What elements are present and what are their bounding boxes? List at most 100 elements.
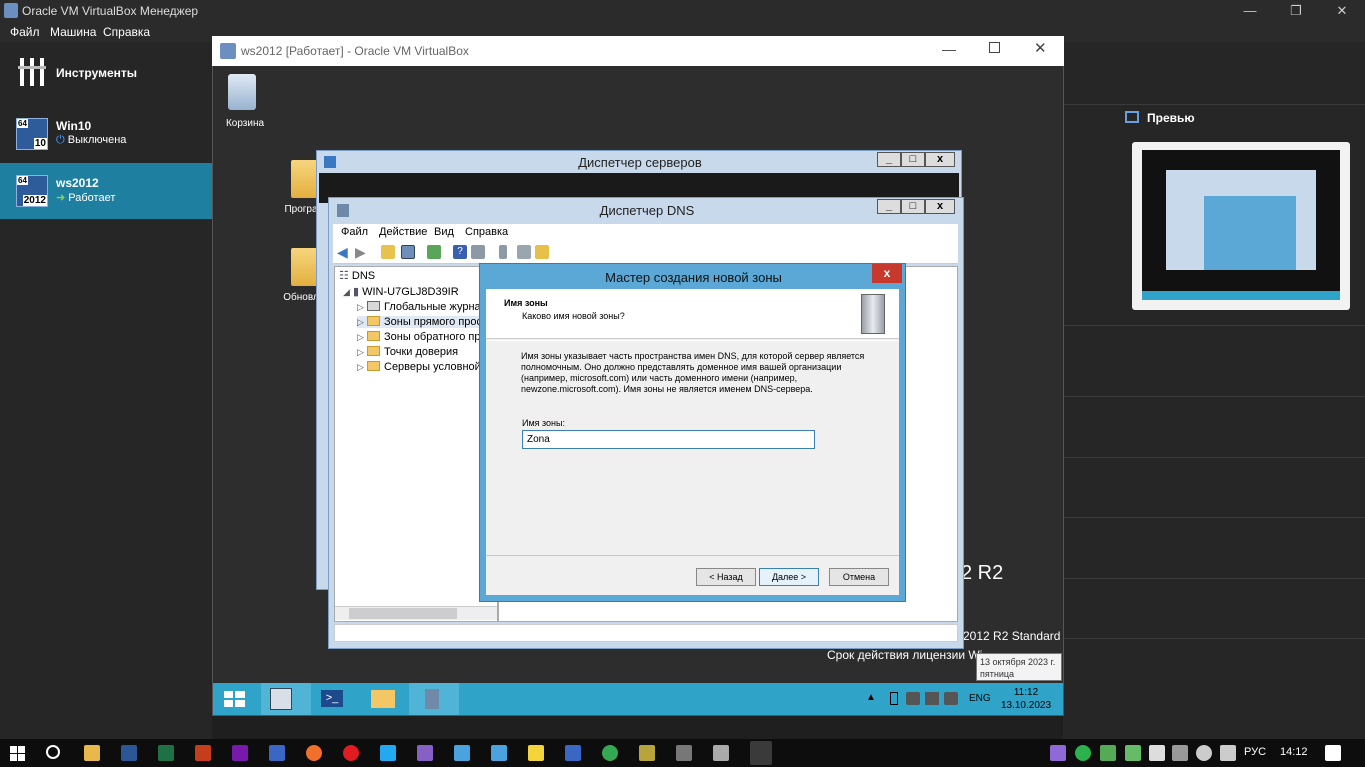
- guest-language-indicator[interactable]: ENG: [969, 693, 991, 704]
- taskbar-powershell[interactable]: >_: [309, 683, 359, 715]
- tray-app-icon-1[interactable]: [1050, 745, 1066, 761]
- dns-close-button[interactable]: x: [925, 199, 955, 214]
- next-button[interactable]: Далее >: [759, 568, 819, 586]
- minimize-button[interactable]: —: [1227, 0, 1273, 22]
- srv-close-button[interactable]: x: [925, 152, 955, 167]
- app-icon-18[interactable]: [713, 745, 729, 761]
- volume-icon[interactable]: [1220, 745, 1236, 761]
- show-hide-tree-icon[interactable]: [401, 245, 415, 259]
- word-icon[interactable]: [121, 745, 137, 761]
- up-folder-icon[interactable]: [381, 245, 395, 259]
- wifi-icon[interactable]: [1196, 745, 1212, 761]
- app-icon-14[interactable]: [565, 745, 581, 761]
- refresh-icon[interactable]: [427, 245, 441, 259]
- tray-expand-icon[interactable]: ▲: [866, 692, 876, 703]
- vm-list-item-win10[interactable]: 64 10 Win10 ⏻ Выключена: [0, 106, 212, 162]
- tree-node-trust-points[interactable]: ▷ Точки доверия: [357, 346, 458, 358]
- server-icon[interactable]: [499, 245, 507, 259]
- tree-node-reverse-zones[interactable]: ▷ Зоны обратного про: [357, 331, 487, 343]
- vm-maximize-button[interactable]: [989, 42, 1000, 53]
- properties-icon[interactable]: [471, 245, 485, 259]
- scrollbar-thumb[interactable]: [349, 608, 457, 619]
- dns-statusbar: [334, 624, 958, 642]
- menu-machine[interactable]: Машина: [50, 25, 96, 39]
- app-icon-16[interactable]: [639, 745, 655, 761]
- win10-vm-icon: 64 10: [16, 118, 48, 150]
- back-button[interactable]: < Назад: [696, 568, 756, 586]
- file-explorer-icon[interactable]: [84, 745, 100, 761]
- chrome-icon[interactable]: [602, 745, 618, 761]
- visual-studio-icon[interactable]: [417, 745, 433, 761]
- tree-node-forward-zones[interactable]: ▷ Зоны прямого прос: [357, 316, 483, 328]
- vm-close-button[interactable]: ✕: [1034, 39, 1047, 57]
- app-icon-17[interactable]: [676, 745, 692, 761]
- srv-minimize-button[interactable]: _: [877, 152, 901, 167]
- network-icon[interactable]: [906, 692, 920, 705]
- search-icon[interactable]: [46, 745, 60, 759]
- tools-item[interactable]: Инструменты: [0, 42, 212, 104]
- folder-desktop-icon-1[interactable]: Програ: [281, 160, 321, 215]
- help-icon[interactable]: ?: [453, 245, 467, 259]
- dns-maximize-button[interactable]: □: [901, 199, 925, 214]
- tree-node-conditional-forwarders[interactable]: ▷ Серверы условной п: [357, 361, 490, 373]
- taskbar-explorer[interactable]: [359, 683, 409, 715]
- action-center-icon[interactable]: [925, 692, 939, 705]
- firefox-icon[interactable]: [306, 745, 322, 761]
- zone-name-input[interactable]: [522, 430, 815, 449]
- guest-start-button[interactable]: [213, 683, 263, 715]
- zone-icon[interactable]: [535, 245, 549, 259]
- tree-horizontal-scrollbar[interactable]: [335, 606, 497, 620]
- forward-arrow-icon[interactable]: ▶: [355, 245, 369, 259]
- tree-node-global-logs[interactable]: ▷ Глобальные журнал: [357, 301, 487, 313]
- opera-icon[interactable]: [343, 745, 359, 761]
- dns-menu-view[interactable]: Вид: [434, 226, 454, 238]
- restore-button[interactable]: ❐: [1273, 0, 1319, 22]
- host-window-title: Oracle VM VirtualBox Менеджер: [22, 4, 199, 18]
- guest-clock[interactable]: 11:12 13.10.2023: [1000, 686, 1052, 712]
- battery-icon[interactable]: [890, 692, 898, 705]
- save-app-icon[interactable]: [269, 745, 285, 761]
- host-start-button[interactable]: [10, 746, 26, 764]
- taskbar-dns-manager[interactable]: [409, 683, 459, 715]
- tree-node-server[interactable]: ◢ ▮ WIN-U7GLJ8D39IR: [343, 285, 459, 298]
- vm-minimize-button[interactable]: —: [942, 41, 956, 57]
- notifications-icon[interactable]: [1325, 745, 1341, 761]
- vm-list-item-ws2012[interactable]: 64 2012 ws2012 ➜ Работает: [0, 163, 212, 219]
- virtualbox-taskbar-icon[interactable]: [750, 741, 772, 765]
- dns-minimize-button[interactable]: _: [877, 199, 901, 214]
- dns-menu-help[interactable]: Справка: [465, 226, 508, 238]
- list-icon[interactable]: [517, 245, 531, 259]
- log-icon: [367, 301, 380, 311]
- server-manager-app-icon: [270, 688, 292, 710]
- menu-help[interactable]: Справка: [103, 25, 150, 39]
- recycle-bin-desktop-icon[interactable]: Корзина: [223, 74, 267, 129]
- tray-app-icon-3[interactable]: [1100, 745, 1116, 761]
- excel-icon[interactable]: [158, 745, 174, 761]
- vscode-icon[interactable]: [380, 745, 396, 761]
- wizard-heading: Имя зоны: [504, 298, 548, 308]
- menu-file[interactable]: Файл: [10, 25, 40, 39]
- tree-node-dns[interactable]: ☷ DNS: [339, 269, 375, 282]
- host-clock[interactable]: 14:12: [1280, 746, 1308, 758]
- app-icon-11[interactable]: [454, 745, 470, 761]
- host-language-indicator[interactable]: РУС: [1244, 746, 1266, 758]
- dns-menu-action[interactable]: Действие: [379, 226, 427, 238]
- volume-icon[interactable]: [944, 692, 958, 705]
- tray-app-icon-5[interactable]: [1149, 745, 1165, 761]
- folder-desktop-icon-2[interactable]: Обновл: [281, 248, 321, 303]
- close-button[interactable]: ✕: [1319, 0, 1365, 22]
- vm-name: Win10: [56, 119, 92, 133]
- sticky-notes-icon[interactable]: [528, 745, 544, 761]
- tray-app-icon-2[interactable]: [1075, 745, 1091, 761]
- srv-maximize-button[interactable]: □: [901, 152, 925, 167]
- powerpoint-icon[interactable]: [195, 745, 211, 761]
- taskbar-server-manager[interactable]: [261, 683, 311, 715]
- keyboard-app-icon[interactable]: [491, 745, 507, 761]
- onenote-icon[interactable]: [232, 745, 248, 761]
- tray-app-icon-4[interactable]: [1125, 745, 1141, 761]
- cancel-button[interactable]: Отмена: [829, 568, 889, 586]
- back-arrow-icon[interactable]: ◀: [337, 245, 351, 259]
- tray-app-icon-6[interactable]: [1172, 745, 1188, 761]
- wizard-close-button[interactable]: x: [872, 264, 902, 283]
- dns-menu-file[interactable]: Файл: [341, 226, 368, 238]
